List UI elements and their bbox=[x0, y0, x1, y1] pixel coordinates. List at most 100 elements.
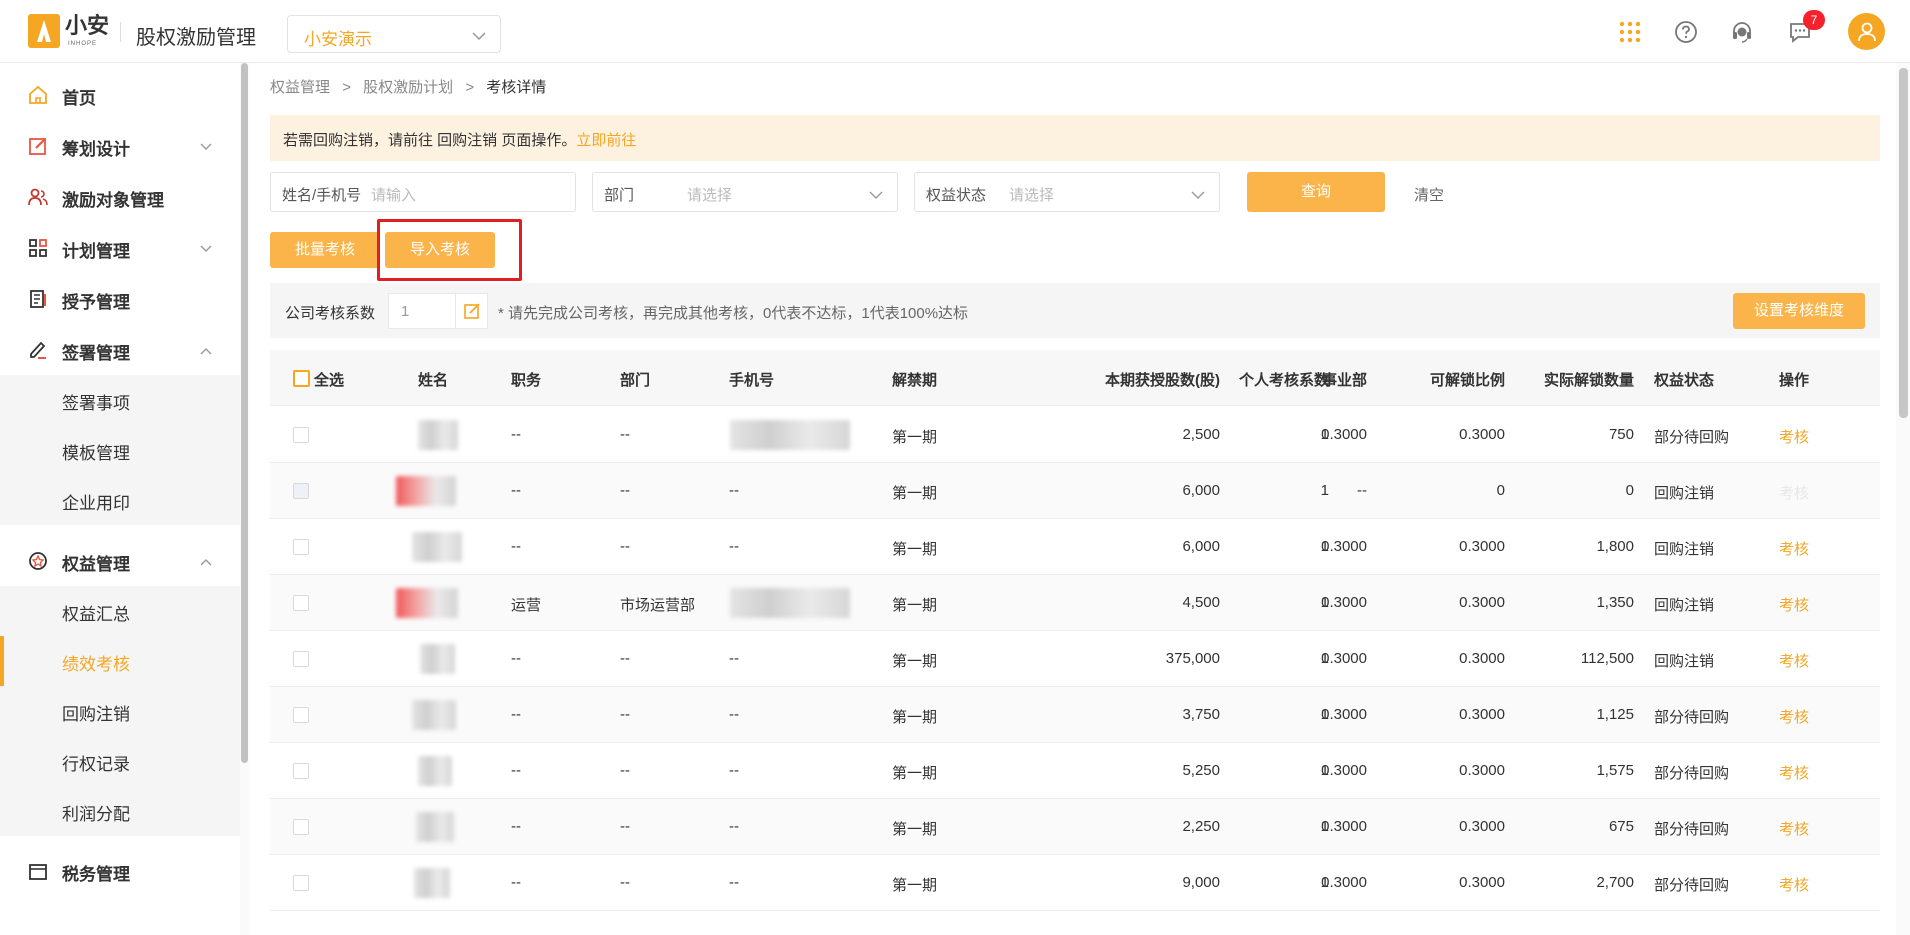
sidebar-subitem-exercise-records[interactable]: 行权记录 bbox=[0, 736, 240, 786]
redacted-name bbox=[416, 812, 454, 842]
sidebar-subitem-templates[interactable]: 模板管理 bbox=[0, 425, 240, 475]
row-checkbox[interactable] bbox=[293, 539, 309, 555]
cell-shares: 5,250 bbox=[1182, 762, 1220, 779]
column-header[interactable]: 全选 bbox=[314, 369, 344, 390]
row-checkbox[interactable] bbox=[293, 427, 309, 443]
breadcrumb-item[interactable]: 权益管理 bbox=[270, 79, 330, 96]
row-checkbox[interactable] bbox=[293, 595, 309, 611]
batch-review-button[interactable]: 批量考核 bbox=[270, 232, 380, 268]
sidebar-item-plan-management[interactable]: 计划管理 bbox=[0, 223, 240, 273]
cell-division: -- bbox=[1357, 482, 1367, 499]
sidebar-subitem-profit-distribution[interactable]: 利润分配 bbox=[0, 786, 240, 836]
help-icon[interactable] bbox=[1672, 18, 1700, 46]
query-button[interactable]: 查询 bbox=[1247, 172, 1385, 212]
notice-link[interactable]: 立即前往 bbox=[576, 132, 636, 149]
review-link[interactable]: 考核 bbox=[1779, 874, 1809, 895]
review-link[interactable]: 考核 bbox=[1779, 426, 1809, 447]
row-checkbox[interactable] bbox=[293, 875, 309, 891]
field-placeholder: 请选择 bbox=[1009, 187, 1055, 204]
cell-unlock-ratio: 0.3000 bbox=[1459, 762, 1505, 779]
sidebar-item-planning[interactable]: 筹划设计 bbox=[0, 121, 240, 171]
cell-period: 第一期 bbox=[892, 765, 938, 782]
cell-actual-unlocked: 675 bbox=[1608, 818, 1634, 835]
table-row: -- -- -- 第一期 9,000 1 0.3000 0.3000 2,700 部分待回购 考核 bbox=[270, 855, 1880, 911]
customer-service-icon[interactable] bbox=[1728, 18, 1756, 46]
redacted-name bbox=[414, 868, 450, 898]
sidebar-item-label: 税务管理 bbox=[62, 865, 130, 884]
row-checkbox[interactable] bbox=[293, 763, 309, 779]
logo-text: 小安 bbox=[65, 13, 110, 38]
breadcrumb: 权益管理 > 股权激励计划 > 考核详情 bbox=[270, 76, 554, 97]
sidebar-subitem-equity-summary[interactable]: 权益汇总 bbox=[0, 586, 240, 636]
department-select[interactable]: 部门 请选择 bbox=[592, 172, 898, 212]
coefficient-label: 公司考核系数 bbox=[285, 305, 376, 322]
set-review-dimensions-button[interactable]: 设置考核维度 bbox=[1733, 293, 1865, 329]
review-link[interactable]: 考核 bbox=[1779, 818, 1809, 839]
name-phone-input[interactable]: 姓名/手机号 请输入 bbox=[270, 172, 576, 212]
chevron-down-icon bbox=[869, 187, 883, 203]
company-select[interactable]: 小安演示 bbox=[287, 15, 501, 53]
table-row: -- -- -- 第一期 6,000 1 0.3000 0.3000 1,800 回购注销 考核 bbox=[270, 519, 1880, 575]
chevron-down-icon bbox=[472, 28, 486, 44]
column-header: 操作 bbox=[1779, 372, 1810, 389]
sidebar-scrollbar-thumb[interactable] bbox=[241, 63, 248, 763]
document-icon bbox=[28, 289, 48, 309]
cell-period: 第一期 bbox=[892, 877, 938, 894]
sidebar-subitem-performance-review[interactable]: 绩效考核 bbox=[0, 636, 240, 686]
sidebar-item-home[interactable]: 首页 bbox=[0, 70, 240, 120]
field-placeholder: 请输入 bbox=[371, 187, 417, 204]
breadcrumb-item[interactable]: 股权激励计划 bbox=[363, 79, 453, 96]
review-link[interactable]: 考核 bbox=[1779, 762, 1809, 783]
app-title: 股权激励管理 bbox=[136, 27, 256, 49]
review-link[interactable]: 考核 bbox=[1779, 650, 1809, 671]
column-header: 可解锁比例 bbox=[1429, 372, 1505, 389]
equity-status-select[interactable]: 权益状态 请选择 bbox=[914, 172, 1220, 212]
row-checkbox[interactable] bbox=[293, 651, 309, 667]
sidebar-subitem-repurchase[interactable]: 回购注销 bbox=[0, 686, 240, 736]
cell-division: 0.3000 bbox=[1321, 818, 1367, 835]
cell-unlock-ratio: 0.3000 bbox=[1459, 538, 1505, 555]
clear-button[interactable]: 清空 bbox=[1414, 184, 1444, 205]
apps-grid-icon[interactable] bbox=[1616, 18, 1644, 46]
cell-actual-unlocked: 112,500 bbox=[1580, 650, 1634, 667]
cell-unlock-ratio: 0 bbox=[1496, 482, 1505, 499]
avatar[interactable] bbox=[1848, 13, 1885, 50]
cell-equity-status: 部分待回购 bbox=[1654, 877, 1730, 894]
sidebar-subitem-signing-matters[interactable]: 签署事项 bbox=[0, 375, 240, 425]
row-checkbox[interactable] bbox=[293, 819, 309, 835]
review-link[interactable]: 考核 bbox=[1779, 594, 1809, 615]
coefficient-input[interactable]: 1 bbox=[388, 293, 456, 329]
cell-position: 运营 bbox=[511, 597, 542, 614]
select-all-checkbox[interactable] bbox=[293, 370, 310, 387]
cell-department: -- bbox=[620, 762, 630, 779]
review-link[interactable]: 考核 bbox=[1779, 706, 1809, 727]
field-label: 姓名/手机号 bbox=[282, 187, 362, 204]
cell-actual-unlocked: 1,575 bbox=[1596, 762, 1634, 779]
cell-unlock-ratio: 0.3000 bbox=[1459, 650, 1505, 667]
sidebar-subitem-company-seal[interactable]: 企业用印 bbox=[0, 475, 240, 525]
review-link[interactable]: 考核 bbox=[1779, 538, 1809, 559]
sidebar-item-label: 绩效考核 bbox=[62, 655, 130, 674]
row-checkbox bbox=[293, 483, 309, 499]
edit-icon[interactable] bbox=[456, 293, 488, 329]
users-icon bbox=[28, 187, 48, 207]
sidebar-item-label: 授予管理 bbox=[62, 293, 130, 312]
sidebar-item-label: 利润分配 bbox=[62, 805, 130, 824]
column-header: 部门 bbox=[620, 372, 651, 389]
sidebar-item-signing-management[interactable]: 签署管理 bbox=[0, 325, 240, 375]
page-scrollbar-thumb[interactable] bbox=[1899, 68, 1908, 418]
edit-icon bbox=[28, 136, 48, 156]
sidebar-item-label: 权益管理 bbox=[62, 555, 130, 574]
cell-phone: -- bbox=[729, 706, 739, 723]
sidebar-item-equity-management[interactable]: 权益管理 bbox=[0, 536, 240, 586]
sidebar-item-label: 行权记录 bbox=[62, 755, 130, 774]
sidebar-item-tax-management[interactable]: 税务管理 bbox=[0, 846, 240, 896]
redacted-name bbox=[418, 420, 458, 450]
row-checkbox[interactable] bbox=[293, 707, 309, 723]
sidebar-item-grant-management[interactable]: 授予管理 bbox=[0, 274, 240, 324]
logo-icon[interactable] bbox=[28, 14, 60, 48]
redacted-phone bbox=[730, 420, 850, 450]
sidebar-item-incentive-targets[interactable]: 激励对象管理 bbox=[0, 172, 240, 222]
cell-period: 第一期 bbox=[892, 653, 938, 670]
chevron-down-icon bbox=[200, 240, 212, 256]
